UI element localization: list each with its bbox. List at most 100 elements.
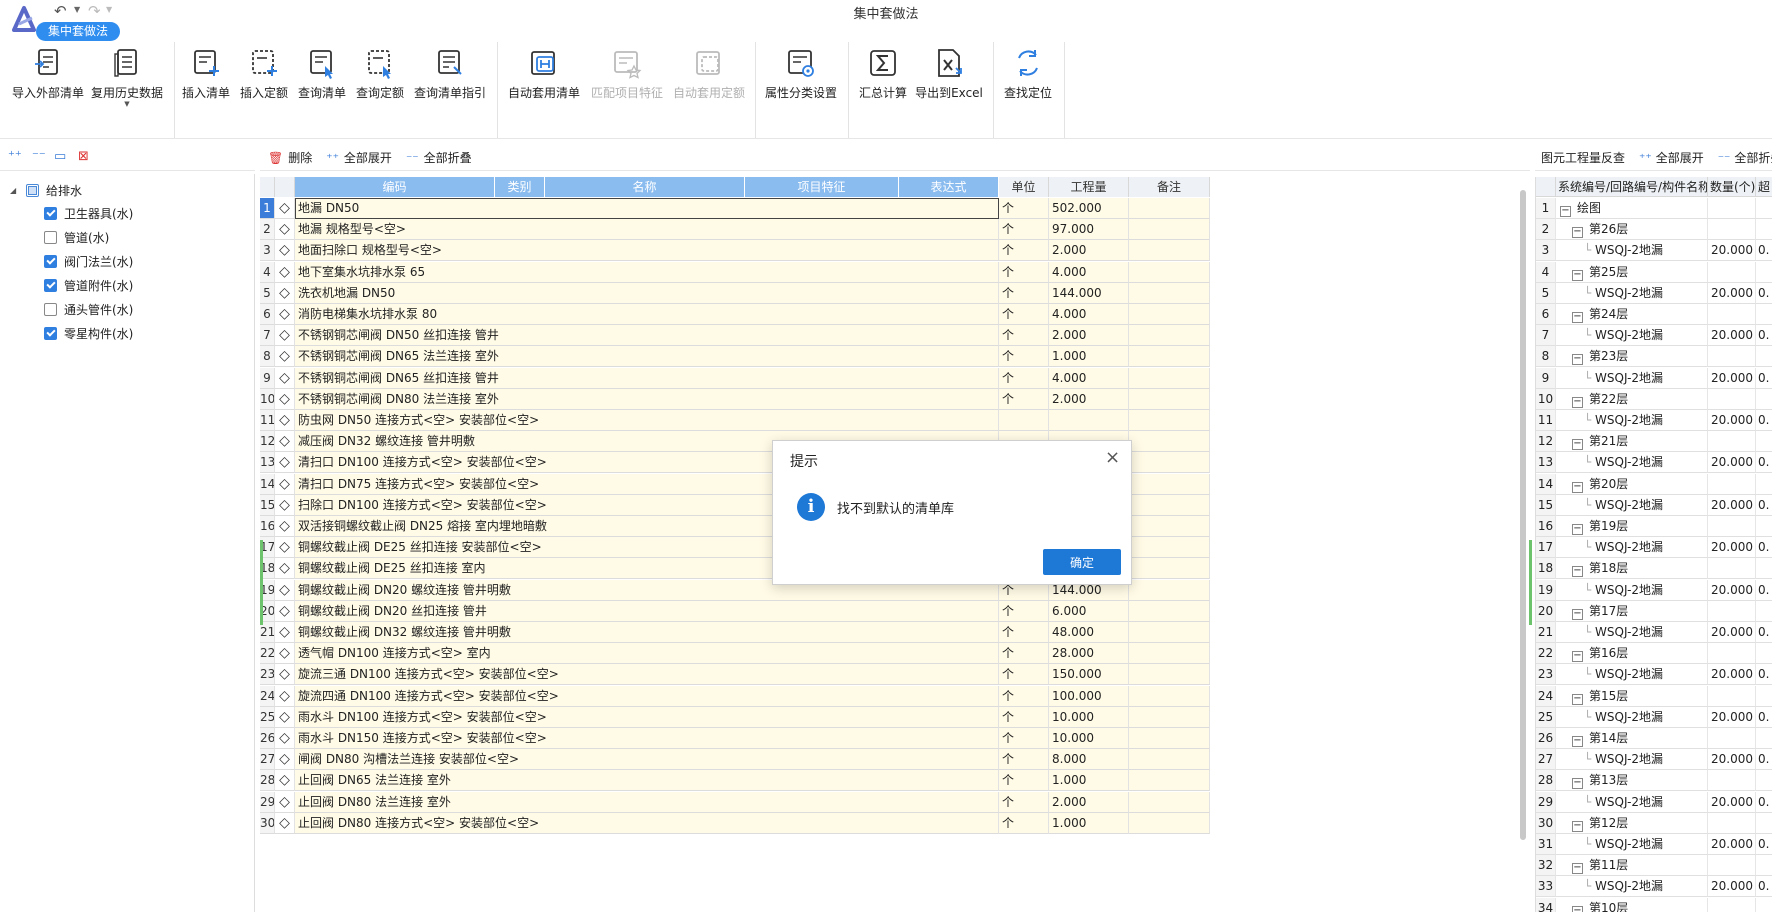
rrow-name[interactable]: − 绘图 — [1556, 198, 1708, 219]
grid-vertical-scrollbar[interactable] — [1520, 190, 1526, 840]
rrow-name[interactable]: └ WSQJ-2地漏 — [1556, 791, 1708, 813]
collapse-tree-icon[interactable]: ⁻⁻ — [32, 149, 46, 164]
rrow-name[interactable]: − 第25层 — [1556, 261, 1708, 283]
table-row[interactable]: 1 ◇ 地漏 DN50 个 502.000 — [260, 198, 1210, 219]
note-cell[interactable] — [1129, 643, 1210, 665]
unit-cell[interactable]: 个 — [999, 346, 1049, 368]
tree-group-row[interactable]: 22− 第16层 — [1536, 643, 1772, 665]
rrow-name[interactable]: └ WSQJ-2地漏 — [1556, 876, 1708, 898]
note-cell[interactable] — [1129, 579, 1210, 601]
tree-group-row[interactable]: 8− 第23层 — [1536, 346, 1772, 368]
tree-group-row[interactable]: 32− 第11层 — [1536, 855, 1772, 877]
quantity-cell[interactable]: 97.000 — [1049, 219, 1129, 241]
quantity-cell[interactable]: 2.000 — [1049, 325, 1129, 347]
quantity-cell[interactable]: 28.000 — [1049, 643, 1129, 665]
header-name[interactable]: 名称 — [545, 177, 745, 197]
rrow-name[interactable]: − 第17层 — [1556, 600, 1708, 622]
collapse-node-icon[interactable]: − — [1572, 227, 1583, 239]
tree-group-row[interactable]: 10− 第22层 — [1536, 388, 1772, 410]
tree-leaf-row[interactable]: 23 └ WSQJ-2地漏 20.000 0. — [1536, 664, 1772, 686]
unit-cell[interactable]: 个 — [999, 367, 1049, 389]
rrow-name[interactable]: − 第14层 — [1556, 728, 1708, 749]
unit-cell[interactable]: 个 — [999, 325, 1049, 347]
tree-group-row[interactable]: 6− 第24层 — [1536, 304, 1772, 325]
delete-button[interactable]: 🗑 删除 — [268, 149, 312, 166]
expand-all-button[interactable]: ⁺⁺ 全部展开 — [326, 149, 392, 166]
table-row[interactable]: 27 ◇ 闸阀 DN80 沟槽法兰连接 安装部位<空> 个 8.000 — [260, 749, 1210, 771]
expand-tree-icon[interactable]: ⁺⁺ — [8, 149, 22, 164]
tree-leaf-row[interactable]: 9 └ WSQJ-2地漏 20.000 0. — [1536, 367, 1772, 389]
tree-group-row[interactable]: 4− 第25层 — [1536, 261, 1772, 283]
rrow-name[interactable]: − 第26层 — [1556, 219, 1708, 241]
note-cell[interactable] — [1129, 706, 1210, 728]
item-name-cell[interactable]: 不锈钢铜芯闸阀 DN50 丝扣连接 管井 — [295, 325, 999, 347]
quantity-cell[interactable]: 2.000 — [1049, 240, 1129, 262]
rrow-name[interactable]: └ WSQJ-2地漏 — [1556, 537, 1708, 559]
import-external-list-button[interactable]: 导入外部清单 — [12, 44, 84, 126]
table-row[interactable]: 11 ◇ 防虫网 DN50 连接方式<空> 安装部位<空> — [260, 410, 1210, 431]
note-cell[interactable] — [1129, 537, 1210, 559]
insert-quota-button[interactable]: 插入定额 — [238, 44, 290, 126]
tree-leaf-row[interactable]: 25 └ WSQJ-2地漏 20.000 0. — [1536, 706, 1772, 728]
unit-cell[interactable]: 个 — [999, 240, 1049, 262]
header-unit[interactable]: 单位 — [999, 177, 1049, 197]
unit-cell[interactable]: 个 — [999, 388, 1049, 410]
attribute-category-settings-button[interactable]: 属性分类设置 — [762, 44, 840, 126]
collapse-node-icon[interactable]: − — [1572, 863, 1583, 875]
collapse-node-icon[interactable]: − — [1572, 651, 1583, 663]
right-collapse-all-icon[interactable]: ⁻⁻ — [1718, 151, 1731, 165]
tree-item-tee[interactable]: 通头管件(水) — [44, 299, 133, 319]
item-name-cell[interactable]: 旋流三通 DN100 连接方式<空> 安装部位<空> — [295, 664, 999, 686]
tree-leaf-row[interactable]: 11 └ WSQJ-2地漏 20.000 0. — [1536, 410, 1772, 431]
note-cell[interactable] — [1129, 198, 1210, 219]
unit-cell[interactable]: 个 — [999, 304, 1049, 325]
note-cell[interactable] — [1129, 494, 1210, 516]
tree-item-sanitary[interactable]: 卫生器具(水) — [44, 203, 133, 223]
redo-icon[interactable]: ↷ — [88, 2, 101, 20]
tree-group-row[interactable]: 1− 绘图 — [1536, 198, 1772, 219]
rrow-name[interactable]: − 第22层 — [1556, 388, 1708, 410]
item-name-cell[interactable]: 止回阀 DN80 法兰连接 室外 — [295, 791, 999, 813]
header-quantity[interactable]: 工程量 — [1049, 177, 1129, 197]
tree-leaf-row[interactable]: 19 └ WSQJ-2地漏 20.000 0. — [1536, 579, 1772, 601]
tree-leaf-row[interactable]: 31 └ WSQJ-2地漏 20.000 0. — [1536, 834, 1772, 855]
clear-selection-icon[interactable]: ⊠ — [78, 149, 89, 164]
item-name-cell[interactable]: 铜螺纹截止阀 DN32 螺纹连接 管井明敷 — [295, 622, 999, 643]
tree-leaf-row[interactable]: 3 └ WSQJ-2地漏 20.000 0. — [1536, 240, 1772, 262]
unit-cell[interactable] — [999, 410, 1049, 431]
note-cell[interactable] — [1129, 282, 1210, 304]
item-name-cell[interactable]: 透气帽 DN100 连接方式<空> 室内 — [295, 643, 999, 665]
tree-leaf-row[interactable]: 7 └ WSQJ-2地漏 20.000 0. — [1536, 325, 1772, 347]
undo-icon[interactable]: ↶ — [54, 2, 67, 20]
header-feature[interactable]: 项目特征 — [745, 177, 899, 197]
rrow-name[interactable]: − 第10层 — [1556, 897, 1708, 912]
find-locate-button[interactable]: 查找定位 — [1000, 44, 1056, 126]
note-cell[interactable] — [1129, 812, 1210, 834]
table-row[interactable]: 29 ◇ 止回阀 DN80 法兰连接 室外个 2.000 — [260, 791, 1210, 813]
quantity-cell[interactable]: 4.000 — [1049, 304, 1129, 325]
summary-calc-button[interactable]: 汇总计算 — [856, 44, 910, 126]
note-cell[interactable] — [1129, 219, 1210, 241]
unit-cell[interactable]: 个 — [999, 770, 1049, 792]
quantity-cell[interactable]: 6.000 — [1049, 600, 1129, 622]
tree-item-pipe-fitting[interactable]: 管道附件(水) — [44, 275, 133, 295]
rrow-name[interactable]: └ WSQJ-2地漏 — [1556, 622, 1708, 643]
rrow-name[interactable]: └ WSQJ-2地漏 — [1556, 494, 1708, 516]
quantity-cell[interactable]: 10.000 — [1049, 728, 1129, 749]
rrow-name[interactable]: − 第18层 — [1556, 558, 1708, 580]
note-cell[interactable] — [1129, 664, 1210, 686]
collapse-node-icon[interactable]: − — [1572, 396, 1583, 408]
rrow-name[interactable]: − 第19层 — [1556, 516, 1708, 537]
note-cell[interactable] — [1129, 685, 1210, 707]
rrow-name[interactable]: └ WSQJ-2地漏 — [1556, 579, 1708, 601]
rrow-name[interactable]: − 第23层 — [1556, 346, 1708, 368]
quantity-cell[interactable]: 1.000 — [1049, 812, 1129, 834]
tree-item-misc[interactable]: 零星构件(水) — [44, 323, 133, 343]
item-name-cell[interactable]: 闸阀 DN80 沟槽法兰连接 安装部位<空> — [295, 749, 999, 771]
collapse-node-icon[interactable]: − — [1572, 354, 1583, 366]
collapse-all-button[interactable]: ⁻⁻ 全部折叠 — [406, 149, 472, 166]
rrow-name[interactable]: − 第15层 — [1556, 685, 1708, 707]
table-row[interactable]: 8 ◇ 不锈钢铜芯闸阀 DN65 法兰连接 室外个 1.000 — [260, 346, 1210, 368]
note-cell[interactable] — [1129, 600, 1210, 622]
note-cell[interactable] — [1129, 261, 1210, 283]
